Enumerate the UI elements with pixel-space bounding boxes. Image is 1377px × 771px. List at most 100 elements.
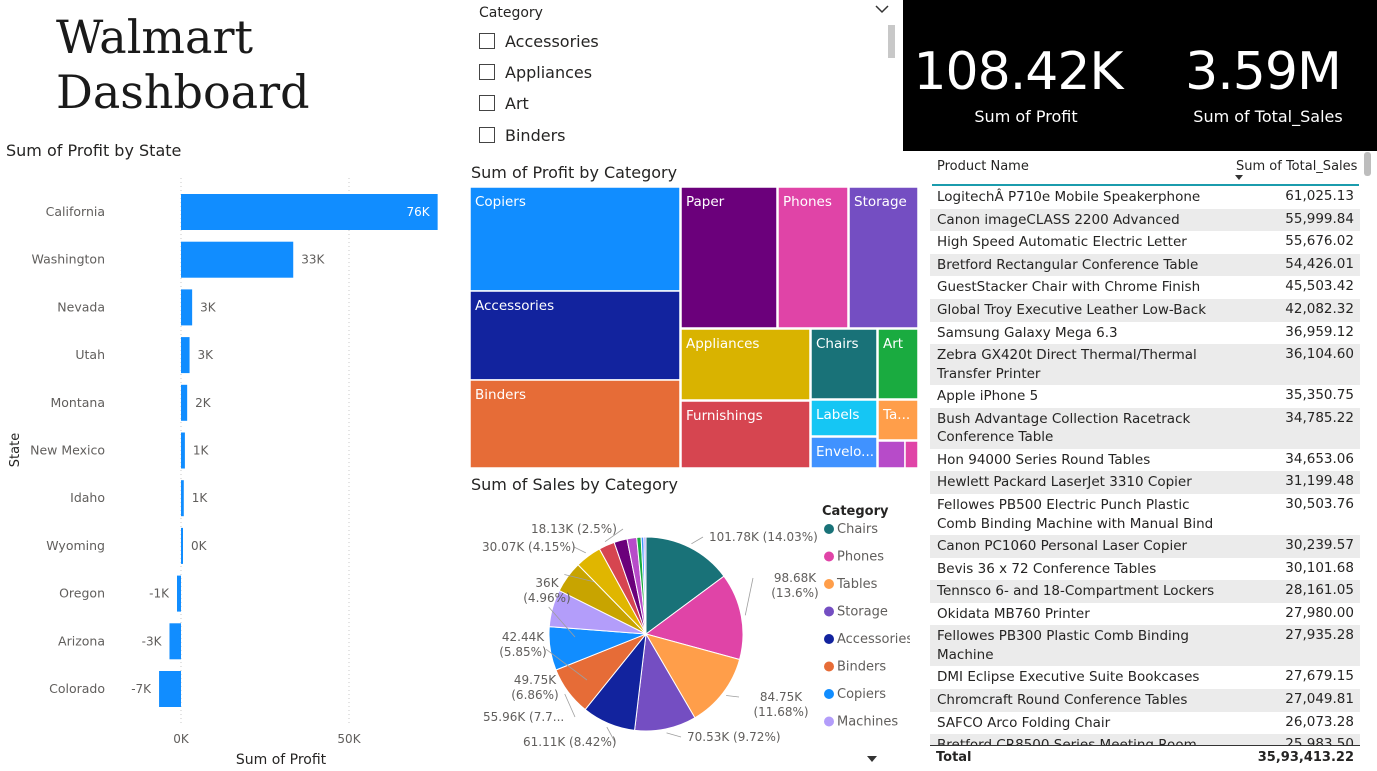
legend-item[interactable]: Accessories [837,632,910,647]
table-row[interactable]: Chromcraft Round Conference Tables 27,049… [930,689,1360,712]
table-row[interactable]: Bevis 36 x 72 Conference Tables 30,101.68 [930,557,1360,581]
sales-kpi-value: 3.59M [1185,42,1342,102]
pie-data-label: 18.13K (2.5%) [531,522,617,536]
table-row[interactable]: Bretford Rectangular Conference Table To… [930,253,1360,291]
pie-title: Sum of Sales by Category [471,475,678,494]
table-body: LogitechÂ P710e Mobile Speakerphone 61,02… [930,151,1362,745]
table-row[interactable]: Hewlett Packard LaserJet 3310 Copier 31,1… [930,471,1360,494]
table-row[interactable]: Fellowes PB500 Electric Punch Plastic Co… [930,494,1360,535]
pie-data-label: 36K [535,576,559,590]
product-name-cell: Samsung Galaxy Mega 6.3 [937,324,1118,341]
treemap-label: Appliances [686,336,759,352]
table-row[interactable]: LogitechÂ P710e Mobile Speakerphone 61,02… [930,186,1360,209]
legend-item[interactable]: Tables [836,577,878,592]
data-label: -7K [131,682,152,696]
product-name-cell: Tennsco 6- and 18-Compartment Lockers [937,583,1215,600]
y-tick-label: Oregon [59,586,105,601]
legend-scroll-down-icon[interactable] [867,756,877,762]
checkbox[interactable] [479,64,495,80]
y-tick-label: Utah [75,347,105,362]
x-tick-label: 0K [173,732,190,746]
pie-data-label: (5.85%) [499,645,546,659]
product-name-cell: Canon PC1060 Personal Laser Copier [937,538,1188,554]
treemap-tile [877,440,906,469]
sales-value-cell: 34,785.22 [1285,409,1354,426]
data-label: 3K [200,300,217,314]
product-name-cell: Chromcraft Round Conference Tables [937,692,1188,708]
table-row[interactable]: High Speed Automatic Electric Letter Ope… [930,231,1360,269]
slicer-scrollbar[interactable] [888,25,895,58]
table-row[interactable]: DMI Eclipse Executive Suite Bookcases 27,… [930,666,1360,689]
legend-item[interactable]: Chairs [837,522,878,537]
slicer-item-accessories[interactable]: Accessories [479,28,599,54]
bar [181,384,188,421]
legend-item[interactable]: Phones [837,550,884,565]
bar [181,480,184,517]
category-slicer[interactable]: Category Accessories Appliances Art Bind… [470,0,900,150]
table-row[interactable]: Apple iPhone 5 35,350.75 [930,385,1360,408]
sales-value-cell: 31,199.48 [1285,473,1354,490]
leader-line [691,536,704,545]
y-tick-label: Colorado [49,681,105,696]
pie-data-label: (6.86%) [511,688,558,702]
slicer-item-binders[interactable]: Binders [479,122,565,148]
product-name-cell: LogitechÂ P710e Mobile Speakerphone [937,189,1201,205]
checkbox[interactable] [479,95,495,111]
checkbox[interactable] [479,127,495,143]
pie-data-label: 42.44K [502,630,545,644]
legend-item[interactable]: Machines [837,715,898,730]
treemap-label: Copiers [475,194,526,210]
sales-value-cell: 54,426.01 [1285,255,1354,272]
legend-item[interactable]: Storage [837,605,888,620]
table-row[interactable]: Bush Advantage Collection Racetrack Conf… [930,407,1360,449]
product-name-cell: SAFCO Arco Folding Chair [937,714,1111,731]
legend-marker [824,689,834,699]
legend-marker [824,634,834,644]
legend-marker [824,606,834,617]
pie-data-label: 55.96K (7.7... [483,710,564,724]
sales-value-cell: 30,101.68 [1285,559,1354,576]
table-row[interactable]: Fellowes PB300 Plastic Comb Binding Mach… [930,625,1360,667]
treemap-label: Phones [783,194,832,210]
legend-item[interactable]: Copiers [837,687,886,702]
product-name-cell: Fellowes PB500 Electric Punch Plastic Co… [937,497,1214,532]
table-row[interactable]: Bretford CR8500 Series Meeting Room 25,98… [930,734,1360,745]
chevron-down-icon[interactable] [875,3,889,18]
table-row[interactable]: Tennsco 6- and 18-Compartment Lockers 28,… [930,580,1360,603]
table-row[interactable]: Hon 94000 Series Round Tables 34,653.06 [930,448,1360,472]
table-row[interactable]: Canon PC1060 Personal Laser Copier 30,239… [930,535,1360,558]
sales-value-cell: 30,239.57 [1285,537,1354,553]
table-row[interactable]: SAFCO Arco Folding Chair 26,073.28 [930,711,1360,735]
y-tick-label: Arizona [58,633,105,648]
bar-chart-title: Sum of Profit by State [6,141,182,160]
sales-value-cell: 35,350.75 [1285,387,1354,404]
treemap-label: Art [883,336,903,352]
pie-data-label: 61.11K (8.42%) [523,735,617,749]
sales-value-cell: 26,073.28 [1285,713,1354,730]
sales-by-category-pie: 101.78K (14.03%) 98.68K(13.6%) 84.75K(11.6… [482,504,910,762]
checkbox[interactable] [479,33,495,49]
treemap-tile [904,440,918,469]
bar [181,527,183,564]
sales-value-cell: 34,653.06 [1285,450,1354,467]
table-row[interactable]: GuestStacker Chair with Chrome Finish Le… [930,276,1360,314]
legend-item[interactable]: Binders [837,660,886,675]
sales-value-cell: 55,999.84 [1285,210,1354,227]
bar [181,194,438,230]
table-row[interactable]: Global Troy Executive Leather Low-Back T… [930,299,1360,337]
sales-kpi-label: Sum of Total_Sales [1193,107,1343,126]
slicer-item-appliances[interactable]: Appliances [479,59,592,85]
y-tick-label: Idaho [70,490,105,505]
table-row[interactable]: Okidata MB760 Printer 27,980.00 [930,602,1360,626]
table-scrollbar[interactable] [1364,152,1371,176]
bar [181,289,193,326]
treemap-title: Sum of Profit by Category [471,163,678,182]
slicer-item-label: Binders [505,125,566,145]
table-row[interactable]: Canon imageCLASS 2200 Advanced Copier55,… [930,208,1360,246]
table-row[interactable]: Zebra GX420t Direct Thermal/Thermal Tran… [930,344,1360,386]
table-row[interactable]: Samsung Galaxy Mega 6.3 36,959.12 [930,321,1360,345]
product-name-cell: Okidata MB760 Printer [937,605,1090,622]
slicer-item-art[interactable]: Art [479,90,529,116]
y-tick-label: Washington [32,252,105,267]
y-tick-label: Nevada [57,299,105,314]
